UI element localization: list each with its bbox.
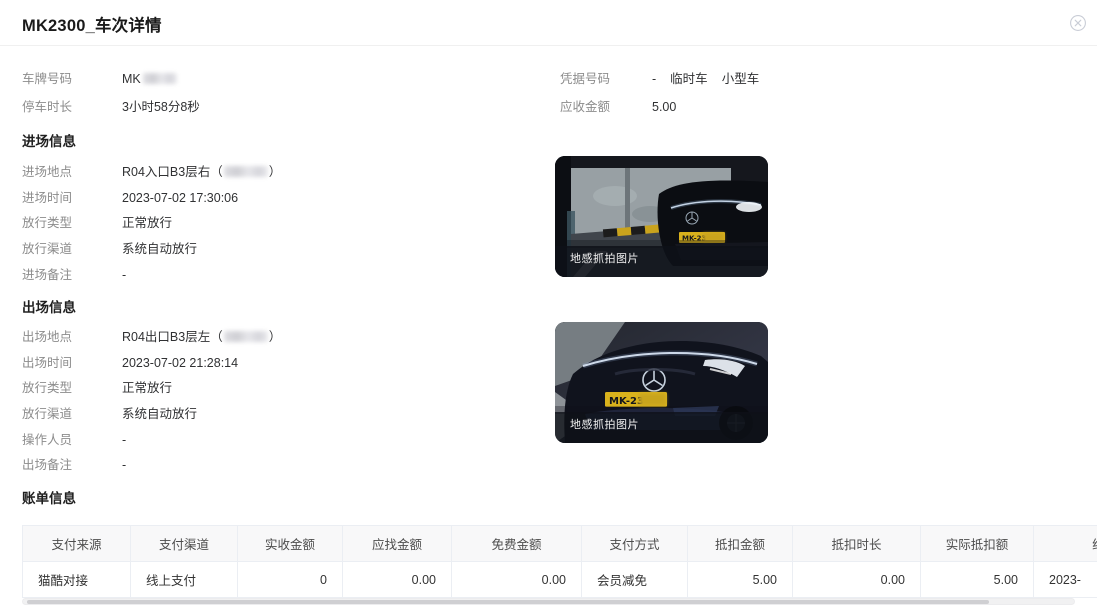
field-label: 进场备注 <box>22 267 72 284</box>
col-deduct-duration: 抵扣时长 <box>793 526 921 562</box>
masked-text-blur <box>224 166 268 177</box>
field-label: 进场地点 <box>22 164 72 181</box>
modal-header: MK2300_车次详情 <box>0 0 1097 46</box>
table-hscrollbar-track <box>22 598 1075 605</box>
cell-pay-source: 猫酷对接 <box>23 562 131 598</box>
col-received-amount: 实收金额 <box>238 526 343 562</box>
bill-table-header-row: 支付来源 支付渠道 实收金额 应找金额 免费金额 支付方式 抵扣金额 抵扣时长 … <box>23 526 1097 562</box>
col-actual-deduct: 实际抵扣额 <box>921 526 1034 562</box>
bill-table: 支付来源 支付渠道 实收金额 应找金额 免费金额 支付方式 抵扣金额 抵扣时长 … <box>22 525 1097 598</box>
field-label: 出场备注 <box>22 457 72 474</box>
field-label: 出场地点 <box>22 329 72 346</box>
cell-change-amount: 0.00 <box>343 562 452 598</box>
field-label: 停车时长 <box>22 99 72 116</box>
entry-remark-value: - <box>122 267 126 284</box>
amount-value: 5.00 <box>652 99 676 116</box>
vehicle-detail-modal: MK2300_车次详情 车牌号码 MK 凭据号码 -临时车小型车 停车时长 3小… <box>0 0 1097 609</box>
car-size-small: 小型车 <box>722 72 760 86</box>
col-settle-time-clipped: 结 <box>1034 526 1097 562</box>
exit-operator-value: - <box>122 432 126 449</box>
field-label: 放行类型 <box>22 215 72 232</box>
close-icon[interactable] <box>1069 14 1087 32</box>
exit-time-value: 2023-07-02 21:28:14 <box>122 355 238 372</box>
cell-pay-channel: 线上支付 <box>131 562 238 598</box>
col-pay-source: 支付来源 <box>23 526 131 562</box>
table-hscrollbar-thumb[interactable] <box>27 600 989 604</box>
exit-section-title: 出场信息 <box>22 296 76 316</box>
field-label: 放行渠道 <box>22 241 72 258</box>
field-label: 放行类型 <box>22 380 72 397</box>
field-label: 放行渠道 <box>22 406 72 423</box>
col-pay-method: 支付方式 <box>582 526 688 562</box>
voucher-value: - <box>652 72 656 86</box>
bill-table-row: 猫酷对接 线上支付 0 0.00 0.00 会员减免 5.00 0.00 5.0… <box>23 562 1097 598</box>
exit-location-value: R04出口B3层左（ <box>122 330 223 344</box>
cell-received-amount: 0 <box>238 562 343 598</box>
entry-photo-caption: 地感抓拍图片 <box>570 250 639 266</box>
page-title: MK2300_车次详情 <box>22 12 162 36</box>
field-label: 操作人员 <box>22 432 72 449</box>
plate-value: MK <box>122 72 141 86</box>
cell-deduct-duration: 0.00 <box>793 562 921 598</box>
car-type-temp: 临时车 <box>670 72 708 86</box>
exit-photo-caption: 地感抓拍图片 <box>570 416 639 432</box>
field-label: 凭据号码 <box>560 71 610 88</box>
duration-value: 3小时58分8秒 <box>122 99 200 116</box>
cell-free-amount: 0.00 <box>452 562 582 598</box>
entry-release-channel-value: 系统自动放行 <box>122 241 197 258</box>
entry-capture-photo[interactable]: MK-23 地感抓拍图片 <box>555 156 768 277</box>
cell-settle-time-clipped: 2023- <box>1034 562 1097 598</box>
exit-capture-photo[interactable]: MK-23 地感抓拍图片 <box>555 322 768 443</box>
masked-text-blur <box>224 331 268 342</box>
svg-text:MK-23: MK-23 <box>609 396 644 407</box>
field-label: 应收金额 <box>560 99 610 116</box>
field-label: 出场时间 <box>22 355 72 372</box>
exit-remark-value: - <box>122 457 126 474</box>
col-pay-channel: 支付渠道 <box>131 526 238 562</box>
entry-time-value: 2023-07-02 17:30:06 <box>122 190 238 207</box>
cell-deduct-amount: 5.00 <box>688 562 793 598</box>
field-label: 进场时间 <box>22 190 72 207</box>
col-deduct-amount: 抵扣金额 <box>688 526 793 562</box>
exit-release-channel-value: 系统自动放行 <box>122 406 197 423</box>
field-label: 车牌号码 <box>22 71 72 88</box>
bill-section-title: 账单信息 <box>22 487 76 507</box>
entry-section-title: 进场信息 <box>22 130 76 150</box>
entry-location-value: R04入口B3层右（ <box>122 165 223 179</box>
exit-release-type-value: 正常放行 <box>122 380 172 397</box>
masked-plate-blur <box>143 73 177 84</box>
col-free-amount: 免费金额 <box>452 526 582 562</box>
cell-actual-deduct: 5.00 <box>921 562 1034 598</box>
entry-release-type-value: 正常放行 <box>122 215 172 232</box>
cell-pay-method: 会员减免 <box>582 562 688 598</box>
col-change-amount: 应找金额 <box>343 526 452 562</box>
